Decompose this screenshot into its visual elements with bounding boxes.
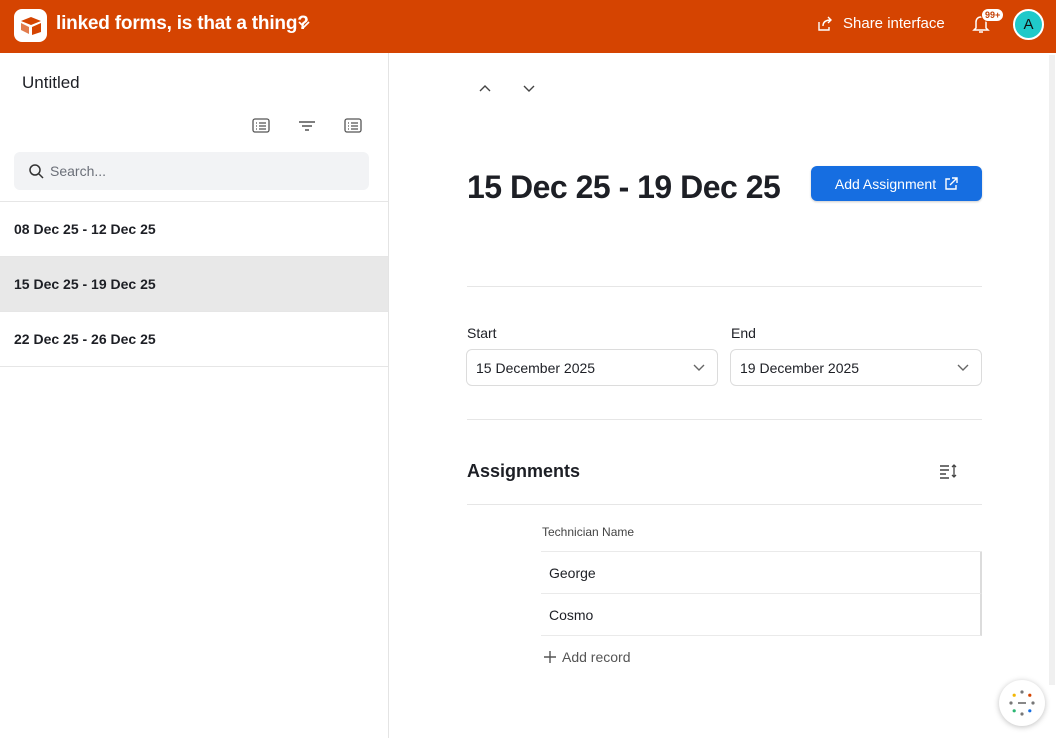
assignments-table: Technician Name George Cosmo Add record bbox=[541, 512, 982, 678]
chevron-down-icon[interactable] bbox=[521, 80, 537, 96]
logo-icon bbox=[20, 16, 41, 35]
search-icon bbox=[29, 164, 44, 179]
list-view-icon[interactable] bbox=[251, 117, 271, 135]
page-title: 15 Dec 25 - 19 Dec 25 bbox=[467, 169, 781, 205]
chevron-down-icon[interactable] bbox=[298, 19, 310, 29]
assignments-heading: Assignments bbox=[467, 461, 581, 481]
divider bbox=[467, 286, 982, 287]
add-record-button[interactable]: Add record bbox=[541, 636, 982, 678]
help-button[interactable] bbox=[999, 680, 1045, 726]
loading-icon bbox=[1009, 690, 1035, 716]
share-label: Share interface bbox=[843, 15, 945, 32]
chevron-up-icon[interactable] bbox=[477, 80, 493, 96]
app-logo[interactable] bbox=[14, 9, 47, 42]
top-bar: linked forms, is that a thing? Share int… bbox=[0, 0, 1056, 53]
sidebar: Untitled 08 Dec 25 - 12 Dec 25 15 Dec 25… bbox=[0, 53, 389, 738]
external-link-icon bbox=[945, 176, 958, 190]
end-label: End bbox=[731, 325, 756, 341]
divider bbox=[467, 504, 982, 505]
table-row[interactable]: Cosmo bbox=[541, 594, 982, 636]
sort-icon[interactable] bbox=[938, 462, 958, 480]
fields-icon[interactable] bbox=[343, 117, 363, 135]
start-label: Start bbox=[467, 325, 497, 341]
start-date-value: 15 December 2025 bbox=[476, 359, 596, 376]
share-icon bbox=[818, 16, 832, 31]
sidebar-title: Untitled bbox=[22, 73, 80, 92]
chevron-down-icon bbox=[957, 364, 969, 371]
list-item[interactable]: 08 Dec 25 - 12 Dec 25 bbox=[0, 202, 388, 257]
app-title[interactable]: linked forms, is that a thing? bbox=[56, 13, 309, 35]
record-list: 08 Dec 25 - 12 Dec 25 15 Dec 25 - 19 Dec… bbox=[0, 201, 388, 367]
scrollbar[interactable] bbox=[1049, 55, 1055, 685]
notification-badge: 99+ bbox=[981, 8, 1005, 22]
add-assignment-label: Add Assignment bbox=[834, 175, 937, 192]
list-item[interactable]: 22 Dec 25 - 26 Dec 25 bbox=[0, 312, 388, 367]
end-date-select[interactable]: 19 December 2025 bbox=[730, 349, 982, 386]
filter-icon[interactable] bbox=[297, 117, 317, 135]
start-date-select[interactable]: 15 December 2025 bbox=[466, 349, 718, 386]
search-box[interactable] bbox=[14, 152, 369, 190]
add-assignment-button[interactable]: Add Assignment bbox=[811, 166, 982, 201]
plus-icon bbox=[544, 651, 556, 663]
search-input[interactable] bbox=[50, 163, 350, 179]
avatar[interactable]: A bbox=[1013, 9, 1044, 40]
list-item-selected[interactable]: 15 Dec 25 - 19 Dec 25 bbox=[0, 257, 388, 312]
chevron-down-icon bbox=[693, 364, 705, 371]
share-interface-button[interactable]: Share interface bbox=[817, 15, 945, 32]
column-header-technician-name[interactable]: Technician Name bbox=[541, 512, 982, 552]
table-row[interactable]: George bbox=[541, 552, 982, 594]
end-date-value: 19 December 2025 bbox=[740, 359, 860, 376]
divider bbox=[467, 419, 982, 420]
add-record-label: Add record bbox=[562, 649, 631, 665]
